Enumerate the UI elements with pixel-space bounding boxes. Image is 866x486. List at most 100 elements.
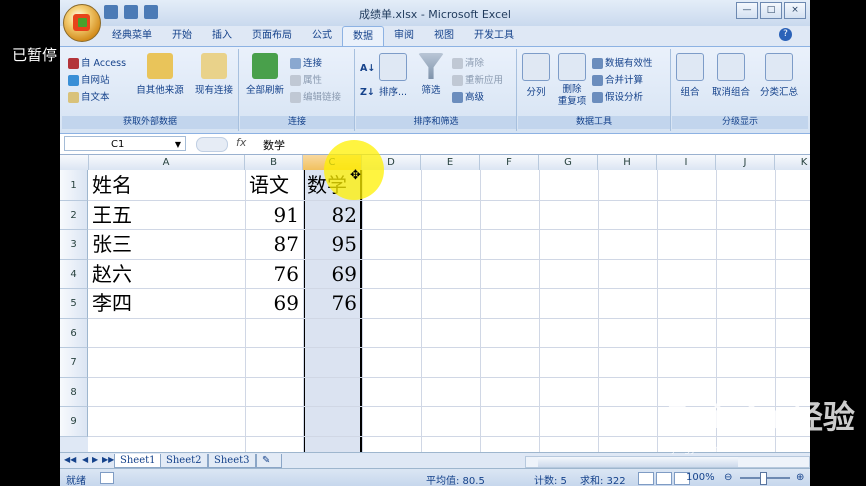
horizontal-scrollbar[interactable] (525, 456, 810, 468)
reapply-icon (452, 75, 463, 86)
consolidate-button[interactable]: 合并计算 (592, 72, 643, 86)
cell-a1[interactable]: 姓名 (92, 171, 132, 200)
tab-review[interactable]: 审阅 (384, 26, 424, 46)
sheet-tab-sheet2[interactable]: Sheet2 (160, 454, 208, 468)
tab-developer[interactable]: 开发工具 (464, 26, 524, 46)
chevron-down-icon[interactable]: ▼ (175, 137, 181, 152)
column-header[interactable]: F (480, 155, 539, 170)
scrollbar-thumb[interactable] (538, 457, 738, 467)
cell-b1[interactable]: 语文 (249, 171, 289, 200)
baidu-watermark-logo: Bai du 经验 (666, 398, 855, 436)
tab-data[interactable]: 数据 (342, 26, 384, 46)
refresh-all-button[interactable]: 全部刷新 (242, 53, 288, 96)
sort-button[interactable]: 排序... (376, 53, 410, 98)
row-header[interactable]: 4 (60, 260, 88, 289)
close-button[interactable]: × (784, 2, 806, 19)
reapply-button[interactable]: 重新应用 (452, 72, 503, 86)
column-header[interactable]: B (245, 155, 303, 170)
tab-home[interactable]: 开始 (162, 26, 202, 46)
from-web-button[interactable]: 自网站 (68, 72, 110, 86)
cell-c4[interactable]: 69 (303, 260, 357, 289)
column-header[interactable]: A (88, 155, 245, 170)
validation-icon (592, 58, 603, 69)
prev-sheet-icon[interactable]: ◀ (82, 455, 88, 464)
cell-b4[interactable]: 76 (245, 260, 299, 289)
insert-function-icon[interactable]: fx (236, 136, 246, 149)
tab-view[interactable]: 视图 (424, 26, 464, 46)
zoom-in-icon[interactable]: ⊕ (796, 472, 804, 483)
select-all-corner[interactable] (60, 155, 89, 170)
cell-b3[interactable]: 87 (245, 230, 299, 259)
sort-za-icon[interactable]: Z↓ (360, 87, 375, 98)
cell-a4[interactable]: 赵六 (92, 260, 132, 289)
from-access-button[interactable]: 自 Access (68, 55, 126, 69)
advanced-filter-button[interactable]: 高级 (452, 89, 484, 103)
ungroup-button[interactable]: 取消组合 (708, 53, 754, 98)
page-layout-view-icon[interactable] (656, 472, 672, 485)
text-to-columns-button[interactable]: 分列 (520, 53, 552, 98)
row-header[interactable]: 3 (60, 230, 88, 260)
column-header[interactable]: J (716, 155, 775, 170)
clear-filter-button[interactable]: 清除 (452, 55, 484, 69)
properties-button[interactable]: 属性 (290, 72, 322, 86)
zoom-level[interactable]: 100% (686, 472, 715, 483)
cell-b2[interactable]: 91 (245, 201, 299, 230)
from-text-button[interactable]: 自文本 (68, 89, 110, 103)
existing-connections-button[interactable]: 现有连接 (192, 53, 236, 96)
row-header[interactable]: 8 (60, 378, 88, 407)
row-header[interactable]: 7 (60, 348, 88, 378)
help-icon[interactable]: ? (779, 28, 792, 41)
subtotal-button[interactable]: 分类汇总 (756, 53, 802, 98)
office-button[interactable] (63, 4, 101, 42)
next-sheet-icon[interactable]: ▶ (92, 455, 98, 464)
column-header[interactable]: E (421, 155, 480, 170)
cell-c5[interactable]: 76 (303, 289, 357, 318)
remove-duplicates-button[interactable]: 删除 重复项 (554, 53, 590, 108)
zoom-slider-knob[interactable] (760, 472, 767, 485)
first-sheet-icon[interactable]: ◀◀ (64, 455, 76, 464)
formula-input[interactable]: 数学 (263, 137, 285, 153)
sheet-tab-sheet3[interactable]: Sheet3 (208, 454, 256, 468)
edit-links-button[interactable]: 编辑链接 (290, 89, 341, 103)
column-header[interactable]: G (539, 155, 598, 170)
formula-bar-splitter[interactable] (196, 137, 228, 152)
cell-a2[interactable]: 王五 (92, 201, 132, 230)
minimize-button[interactable]: — (736, 2, 758, 19)
zoom-out-icon[interactable]: ⊖ (724, 472, 732, 483)
tab-classic-menu[interactable]: 经典菜单 (102, 26, 162, 46)
column-header[interactable]: K (775, 155, 810, 170)
group-button[interactable]: 组合 (674, 53, 706, 98)
macro-record-icon[interactable] (100, 472, 114, 484)
last-sheet-icon[interactable]: ▶▶ (102, 455, 114, 464)
restore-button[interactable]: □ (760, 2, 782, 19)
tab-insert[interactable]: 插入 (202, 26, 242, 46)
access-icon (68, 58, 79, 69)
cell-b5[interactable]: 69 (245, 289, 299, 318)
row-header[interactable]: 6 (60, 319, 88, 348)
column-header[interactable]: H (598, 155, 657, 170)
connections-button[interactable]: 连接 (290, 55, 322, 69)
normal-view-icon[interactable] (638, 472, 654, 485)
row-header[interactable]: 2 (60, 201, 88, 230)
from-other-sources-button[interactable]: 自其他来源 (134, 53, 186, 96)
filter-button[interactable]: 筛选 (416, 53, 446, 96)
insert-sheet-icon[interactable]: ✎ (256, 454, 282, 468)
data-validation-button[interactable]: 数据有效性 (592, 55, 653, 69)
row-header[interactable]: 5 (60, 289, 88, 319)
sort-az-icon[interactable]: A↓ (360, 63, 375, 74)
column-header[interactable]: I (657, 155, 716, 170)
cell-a5[interactable]: 李四 (92, 289, 132, 318)
tab-formulas[interactable]: 公式 (302, 26, 342, 46)
sheet-tab-sheet1[interactable]: Sheet1 (114, 454, 162, 468)
cell-a3[interactable]: 张三 (92, 230, 132, 259)
row-header[interactable]: 9 (60, 407, 88, 437)
view-switcher (638, 472, 690, 485)
name-box[interactable]: C1 ▼ (64, 136, 186, 151)
what-if-button[interactable]: 假设分析 (592, 89, 643, 103)
cell-c2[interactable]: 82 (303, 201, 357, 230)
row-header[interactable]: 1 (60, 170, 88, 201)
refresh-icon (252, 53, 278, 79)
cell-c3[interactable]: 95 (303, 230, 357, 259)
tab-page-layout[interactable]: 页面布局 (242, 26, 302, 46)
connections-icon (290, 58, 301, 69)
